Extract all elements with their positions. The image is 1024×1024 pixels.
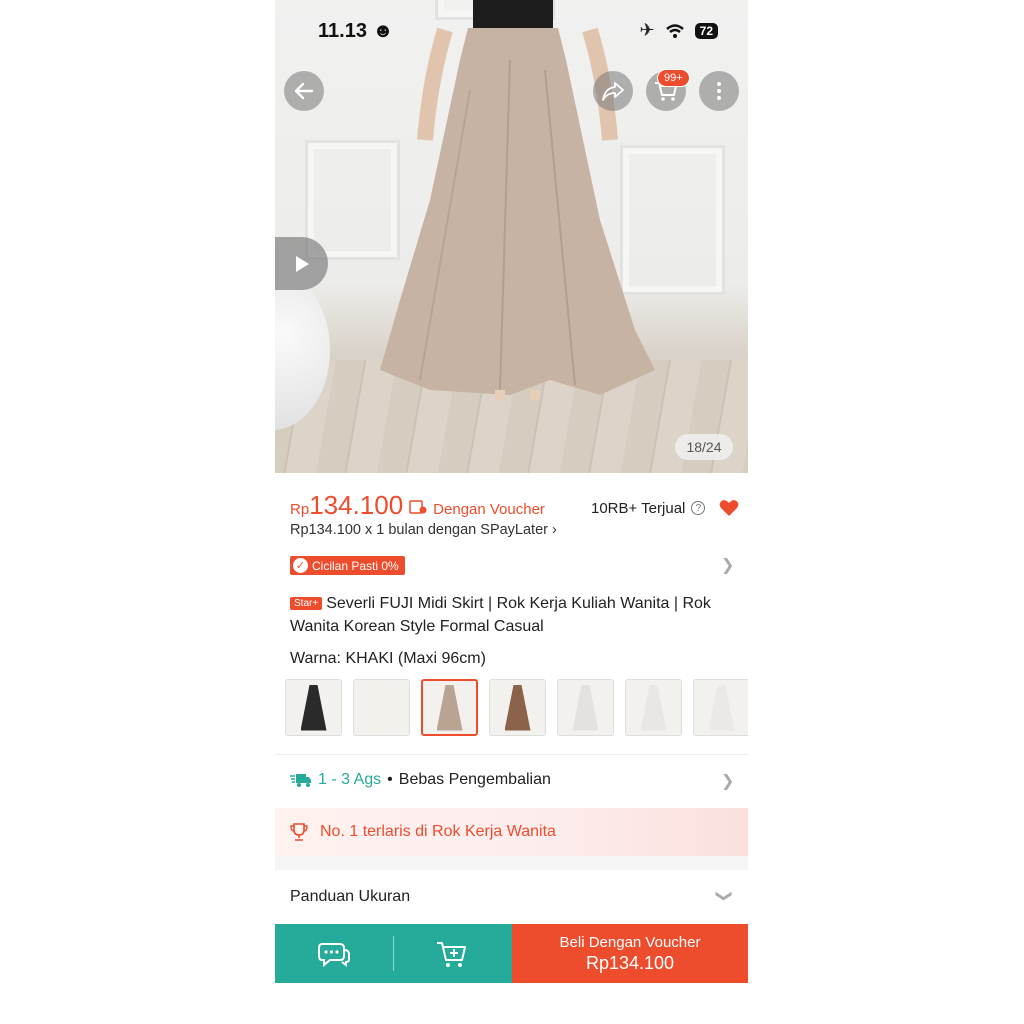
time-text: 11.13 (318, 20, 367, 42)
chat-icon (318, 942, 350, 967)
paylater-link[interactable]: Rp134.100 x 1 bulan dengan SPayLater › (290, 522, 557, 538)
skirt-photo (380, 0, 655, 400)
play-icon (295, 255, 309, 272)
bottom-left-actions (275, 924, 512, 983)
voucher-label: Dengan Voucher (433, 501, 545, 518)
bestseller-banner[interactable]: No. 1 terlaris di Rok Kerja Wanita (275, 808, 748, 856)
status-bar: 11.13 ☻ ✈ 72 (275, 0, 748, 60)
swatch-image (640, 684, 667, 731)
swatch-light-grey-1[interactable] (557, 679, 614, 736)
variant-label: Warna: KHAKI (Maxi 96cm) (290, 650, 486, 668)
more-button[interactable] (699, 71, 739, 111)
buy-price: Rp134.100 (585, 952, 675, 973)
bestseller-text: No. 1 terlaris di Rok Kerja Wanita (320, 823, 556, 840)
swatch-image (708, 684, 735, 731)
price-row: Rp 134.100 Dengan Voucher (290, 490, 545, 521)
swatch-image (572, 684, 599, 731)
arrow-left-icon (294, 82, 314, 100)
shipping-row[interactable]: 1 - 3 Ags • Bebas Pengembalian (290, 771, 551, 789)
delivery-time: 1 - 3 Ags (318, 771, 382, 788)
chevron-right-icon[interactable]: ❯ (721, 771, 734, 791)
person-icon: ☻ (372, 20, 394, 42)
add-to-cart-button[interactable] (393, 924, 511, 983)
play-video-button[interactable] (275, 237, 328, 290)
swatch-black[interactable] (285, 679, 342, 736)
divider (275, 754, 748, 755)
product-title-text: Severli FUJI Midi Skirt | Rok Kerja Kuli… (290, 595, 711, 635)
free-return-text: Bebas Pengembalian (398, 771, 551, 788)
buy-label: Beli Dengan Voucher (559, 933, 701, 951)
separator-dot: • (387, 771, 393, 788)
more-vertical-icon (717, 82, 721, 100)
price-currency: Rp (290, 501, 310, 518)
sold-text: 10RB+ Terjual (591, 499, 686, 517)
status-icons: ✈ 72 (640, 20, 718, 41)
swatch-khaki[interactable] (421, 679, 478, 736)
paylater-text: Rp134.100 x 1 bulan dengan SPayLater (290, 522, 548, 538)
installment-badge[interactable]: ✓ Cicilan Pasti 0% (290, 556, 405, 575)
share-button[interactable] (593, 71, 633, 111)
swatch-brown[interactable] (489, 679, 546, 736)
variant-label-key: Warna: (290, 650, 341, 667)
chevron-right-icon[interactable]: ❯ (721, 555, 734, 575)
voucher-icon (409, 500, 427, 514)
cart-count-badge: 99+ (657, 69, 690, 87)
product-title: Star+ Severli FUJI Midi Skirt | Rok Kerja… (290, 593, 735, 637)
variant-swatches (275, 678, 748, 738)
product-page: 11.13 ☻ ✈ 72 99+ 18/24 Rp 134.100 Dengan… (275, 0, 748, 983)
wifi-icon (665, 23, 684, 38)
chat-button[interactable] (275, 924, 393, 983)
swatch-light-grey-2[interactable] (625, 679, 682, 736)
swatch-image (504, 684, 531, 731)
price-amount: 134.100 (309, 490, 404, 520)
truck-icon (290, 774, 311, 787)
trophy-icon (290, 823, 308, 841)
buy-with-voucher-button[interactable]: Beli Dengan Voucher Rp134.100 (512, 924, 748, 983)
size-guide-label[interactable]: Panduan Ukuran (290, 888, 410, 906)
bottom-action-bar: Beli Dengan Voucher Rp134.100 (275, 924, 748, 983)
section-separator (275, 856, 748, 870)
swatch-white[interactable] (353, 679, 410, 736)
image-counter: 18/24 (675, 434, 733, 460)
swatch-image (436, 684, 463, 731)
battery-icon: 72 (694, 22, 718, 39)
heart-icon[interactable] (719, 499, 739, 517)
airplane-icon: ✈ (639, 20, 655, 40)
swatch-light-grey-3[interactable] (693, 679, 748, 736)
divider (393, 936, 394, 971)
help-icon[interactable]: ? (691, 501, 706, 515)
back-button[interactable] (284, 71, 324, 111)
installment-text: Cicilan Pasti 0% (312, 558, 399, 573)
swatch-image (300, 684, 327, 731)
variant-value: KHAKI (Maxi 96cm) (345, 650, 486, 667)
sold-count: 10RB+ Terjual ? (591, 499, 739, 517)
share-icon (602, 82, 624, 101)
product-image-gallery[interactable]: 11.13 ☻ ✈ 72 99+ 18/24 (275, 0, 748, 473)
star-plus-badge: Star+ (290, 597, 323, 610)
add-to-cart-icon (437, 941, 466, 967)
status-time: 11.13 ☻ (318, 20, 394, 43)
swatch-image (368, 684, 395, 731)
chevron-down-icon[interactable]: ❯ (715, 889, 735, 902)
check-icon: ✓ (293, 558, 308, 573)
chevron-right-icon: › (552, 522, 557, 538)
